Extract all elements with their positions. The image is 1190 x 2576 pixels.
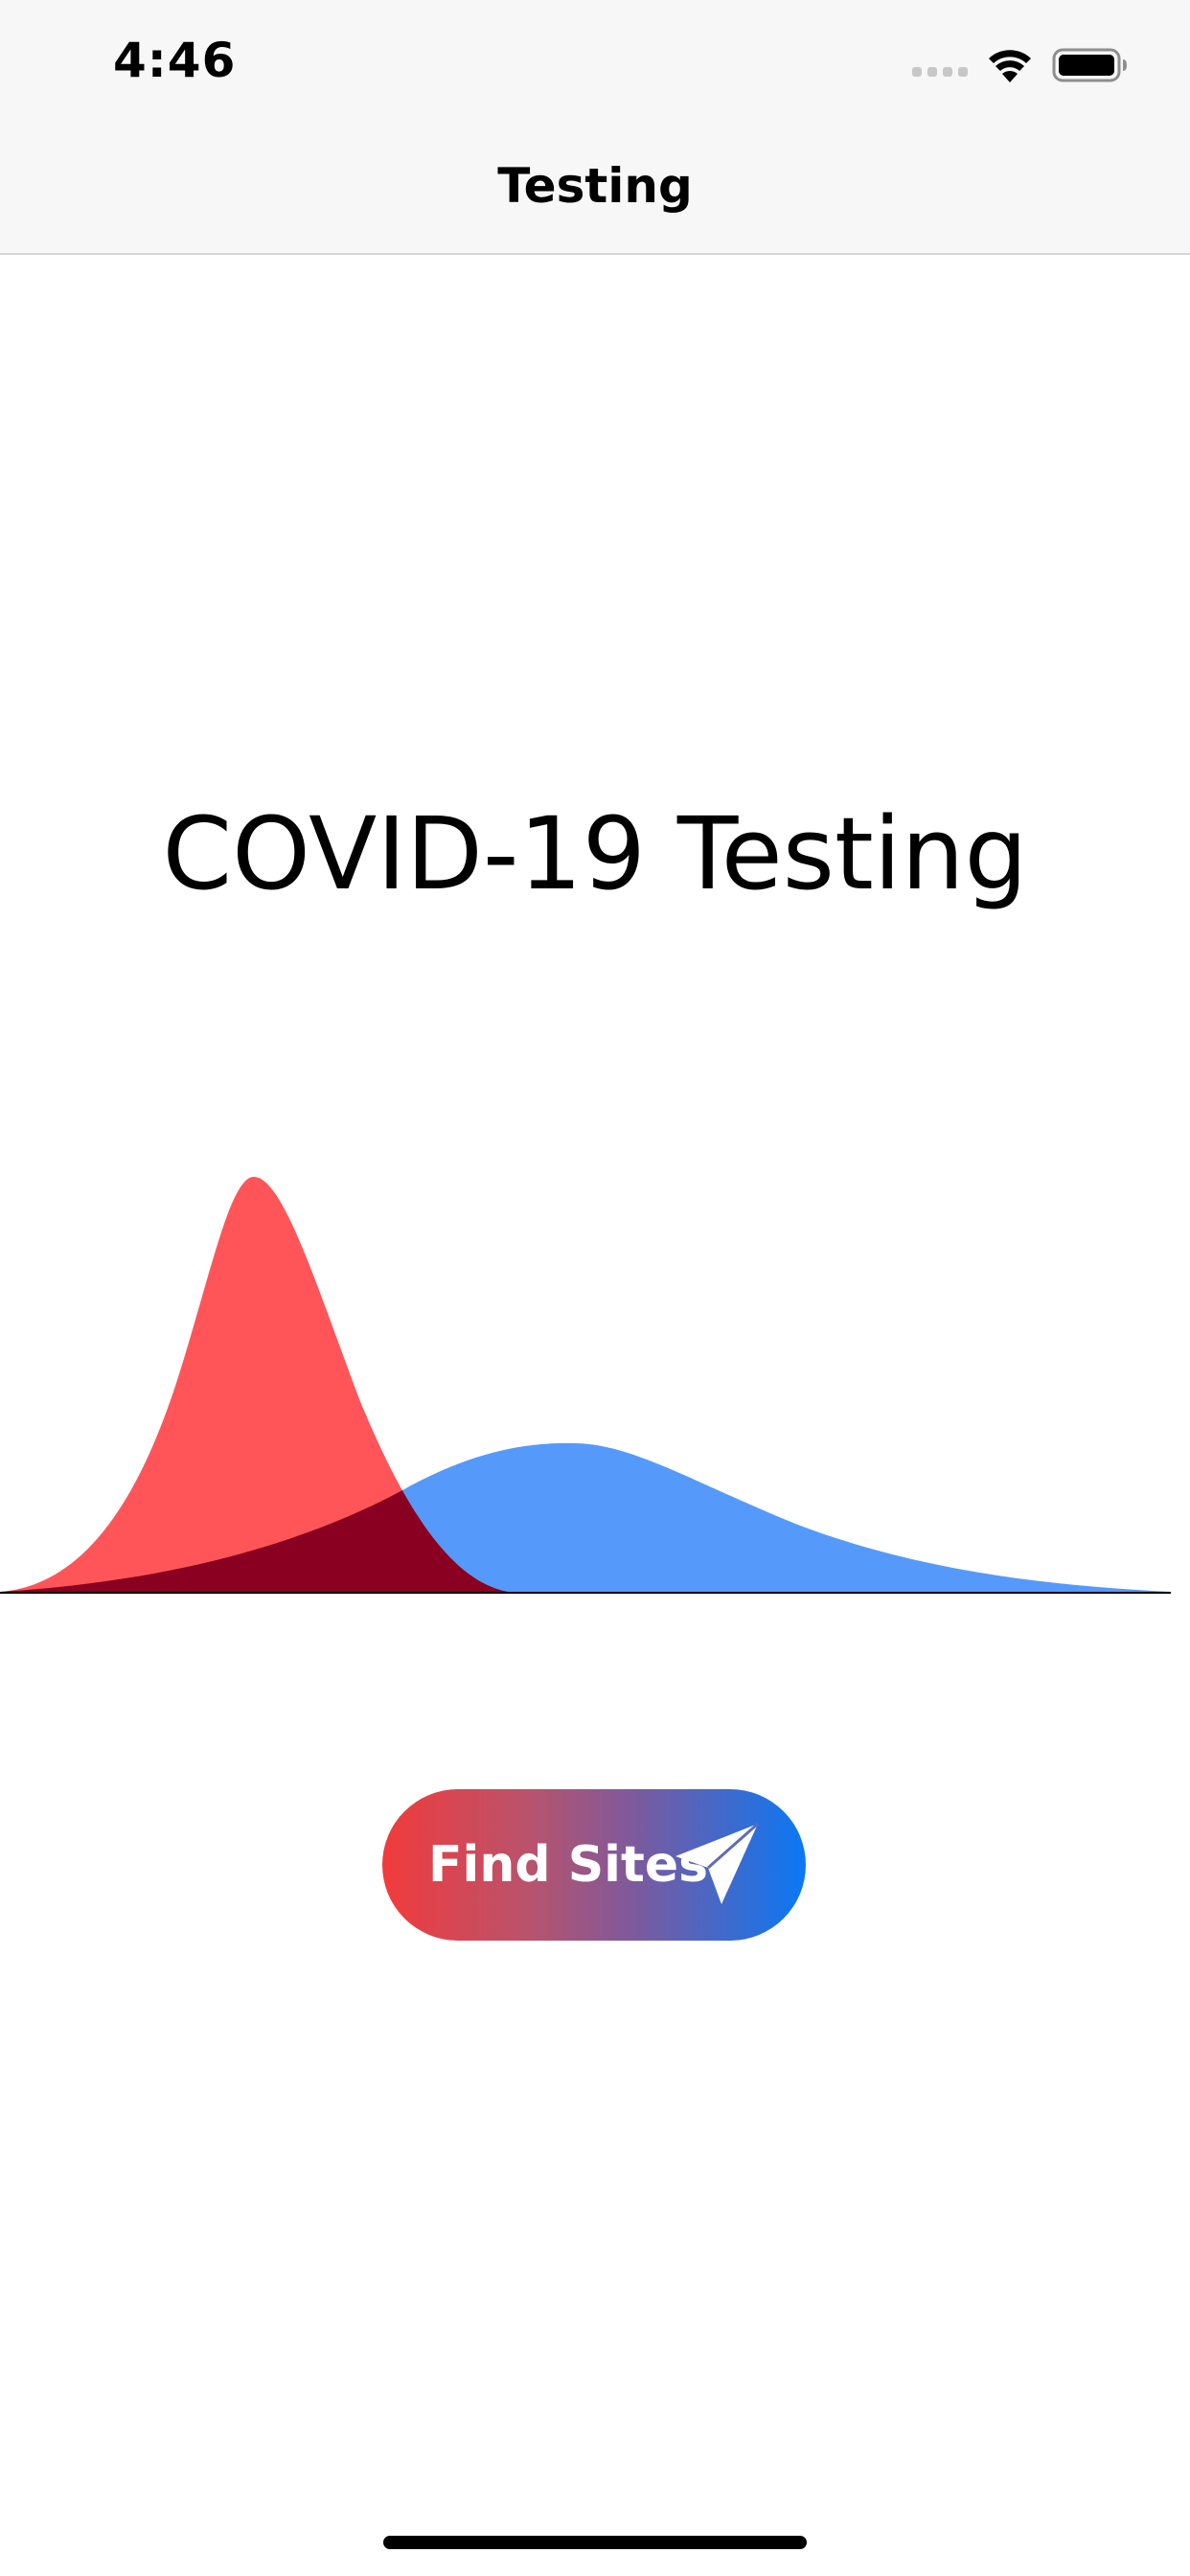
status-time: 4:46 xyxy=(113,33,237,88)
nav-title: Testing xyxy=(497,158,693,214)
wifi-icon xyxy=(989,50,1031,82)
page-headline: COVID-19 Testing xyxy=(162,795,1028,912)
distribution-illustration xyxy=(0,1177,1171,1594)
status-icons xyxy=(912,44,1129,86)
screen: 4:46 Testing COVID-19 Testing Find Sites xyxy=(0,0,1190,2576)
find-sites-label: Find Sites xyxy=(428,1836,709,1894)
battery-icon xyxy=(1052,48,1127,82)
home-indicator[interactable] xyxy=(383,2536,807,2549)
top-bar: 4:46 Testing xyxy=(0,0,1190,255)
cellular-signal-icon xyxy=(912,67,968,77)
find-sites-button[interactable]: Find Sites xyxy=(382,1789,806,1941)
paper-plane-icon xyxy=(675,1822,759,1904)
